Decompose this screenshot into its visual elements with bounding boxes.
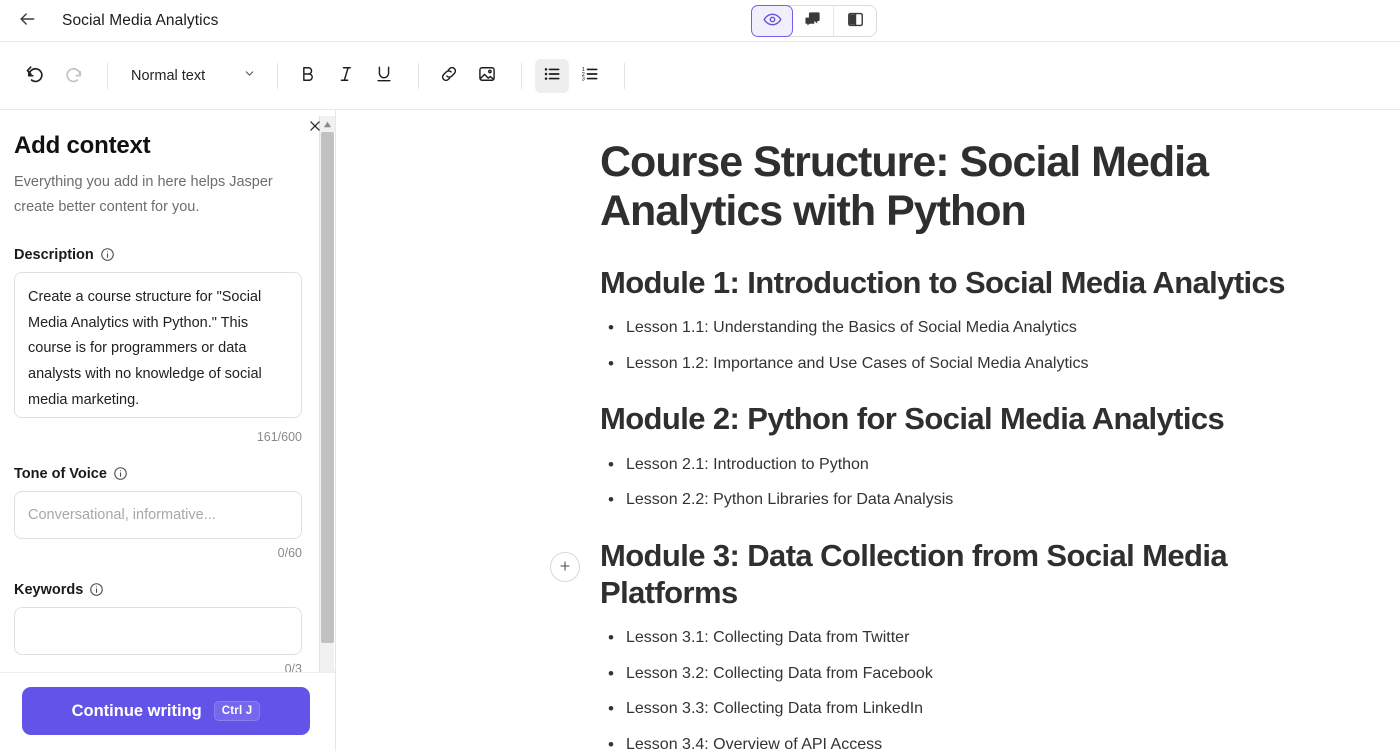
list-group: 1 2 3 <box>535 58 611 93</box>
document-canvas[interactable]: Course Structure: Social Media Analytics… <box>336 110 1400 751</box>
toolbar-divider-4 <box>521 62 522 89</box>
module-section: Module 2: Python for Social Media Analyt… <box>600 400 1330 513</box>
back-button[interactable] <box>10 4 44 38</box>
close-panel-button[interactable] <box>305 118 325 138</box>
close-icon <box>308 119 322 138</box>
image-icon <box>477 64 497 87</box>
list-item: Lesson 3.3: Collecting Data from LinkedI… <box>600 695 1330 722</box>
description-label: Description <box>14 246 94 263</box>
description-counter: 161/600 <box>256 429 302 444</box>
editor-toolbar: Normal text 1 2 3 <box>0 42 1400 110</box>
lesson-list: Lesson 3.1: Collecting Data from Twitter… <box>600 624 1330 751</box>
scrollbar-down-button[interactable] <box>319 670 335 672</box>
module-section: Module 1: Introduction to Social Media A… <box>600 264 1330 377</box>
keyboard-shortcut-badge: Ctrl J <box>213 701 261 721</box>
list-item: Lesson 1.1: Understanding the Basics of … <box>600 314 1330 341</box>
field-tone-of-voice: Tone of Voice 0/60 <box>14 466 302 560</box>
continue-writing-button[interactable]: Continue writing Ctrl J <box>22 687 310 735</box>
module-title: Module 2: Python for Social Media Analyt… <box>600 401 1225 437</box>
text-style-value: Normal text <box>131 67 206 84</box>
underline-icon <box>374 64 394 87</box>
svg-text:3: 3 <box>582 77 585 83</box>
list-item: Lesson 1.2: Importance and Use Cases of … <box>600 350 1330 377</box>
field-description: Description 161/600 <box>14 247 302 444</box>
keywords-label-row: Keywords <box>14 582 301 598</box>
view-mode-toggle-group <box>751 5 877 37</box>
image-button[interactable] <box>470 59 504 93</box>
tone-of-voice-input[interactable] <box>14 490 302 539</box>
tone-of-voice-label: Tone of Voice <box>14 465 107 482</box>
scrollbar-track[interactable] <box>320 132 335 670</box>
list-item: Lesson 2.2: Python Libraries for Data An… <box>600 486 1330 513</box>
tone-label-row: Tone of Voice <box>14 466 301 482</box>
info-icon[interactable] <box>100 247 115 262</box>
tone-of-voice-counter: 0/60 <box>277 545 302 560</box>
italic-button[interactable] <box>329 59 363 93</box>
text-style-dropdown[interactable]: Normal text <box>121 60 264 92</box>
description-label-row: Description <box>14 247 301 263</box>
keywords-input[interactable] <box>14 606 302 655</box>
info-icon[interactable] <box>113 466 128 481</box>
keywords-label: Keywords <box>14 581 84 598</box>
toolbar-divider-2 <box>277 62 278 89</box>
add-block-button[interactable] <box>550 552 580 582</box>
module-title: Module 3: Data Collection from Social Me… <box>600 537 1228 610</box>
bulleted-list-button[interactable] <box>535 58 569 93</box>
lesson-list: Lesson 1.1: Understanding the Basics of … <box>600 314 1330 377</box>
history-group <box>18 59 94 93</box>
context-scroll-region: Add context Everything you add in here h… <box>0 110 335 672</box>
context-panel-footer: Continue writing Ctrl J <box>0 672 335 751</box>
list-item: Lesson 3.4: Overview of API Access <box>600 731 1330 751</box>
bulleted-list-icon <box>542 64 562 87</box>
view-mode-comments[interactable] <box>792 6 834 36</box>
link-button[interactable] <box>432 59 466 93</box>
arrow-left-icon <box>17 9 37 32</box>
plus-icon <box>558 559 572 576</box>
chevron-down-icon <box>243 67 256 84</box>
context-panel-title: Add context <box>14 132 151 159</box>
sidebar-panel-icon <box>846 10 865 32</box>
info-icon[interactable] <box>89 582 104 597</box>
scrollbar-thumb[interactable] <box>320 132 334 644</box>
redo-icon <box>64 65 83 87</box>
panel-scrollbar[interactable] <box>319 116 335 672</box>
lesson-list: Lesson 2.1: Introduction to Python Lesso… <box>600 451 1330 513</box>
add-context-panel: Add context Everything you add in here h… <box>0 110 336 751</box>
module-title: Module 1: Introduction to Social Media A… <box>600 265 1285 301</box>
undo-button[interactable] <box>18 59 52 93</box>
app-header: Social Media Analytics <box>0 0 1400 42</box>
continue-writing-label: Continue writing <box>71 701 202 720</box>
link-icon <box>439 64 459 87</box>
toolbar-divider-5 <box>624 62 625 89</box>
numbered-list-button[interactable]: 1 2 3 <box>573 59 607 93</box>
underline-button[interactable] <box>367 59 401 93</box>
list-item: Lesson 3.2: Collecting Data from Faceboo… <box>600 660 1330 687</box>
view-mode-preview[interactable] <box>751 5 793 37</box>
eye-icon <box>763 10 782 32</box>
list-item: Lesson 2.1: Introduction to Python <box>600 451 1330 478</box>
field-keywords: Keywords 0/3 <box>14 582 302 672</box>
insert-group <box>432 59 508 93</box>
toolbar-divider-1 <box>107 62 108 89</box>
list-item: Lesson 3.1: Collecting Data from Twitter <box>600 624 1330 651</box>
keywords-counter: 0/3 <box>284 661 302 672</box>
bold-button[interactable] <box>291 59 325 93</box>
numbered-list-icon: 1 2 3 <box>580 64 600 87</box>
undo-icon <box>26 65 45 87</box>
page-title: Social Media Analytics <box>62 11 219 29</box>
text-format-group <box>291 59 405 93</box>
document-content: Course Structure: Social Media Analytics… <box>336 110 1400 751</box>
comment-icon <box>803 10 822 32</box>
redo-button[interactable] <box>56 59 90 93</box>
description-input[interactable] <box>14 271 302 418</box>
toolbar-divider-3 <box>418 62 419 89</box>
view-mode-panel[interactable] <box>834 6 876 36</box>
italic-icon <box>336 64 356 87</box>
context-panel-subtitle: Everything you add in here helps Jasper … <box>14 174 273 216</box>
bold-icon <box>298 64 318 87</box>
document-heading: Course Structure: Social Media Analytics… <box>600 138 1209 236</box>
module-section: Module 3: Data Collection from Social Me… <box>600 537 1330 751</box>
